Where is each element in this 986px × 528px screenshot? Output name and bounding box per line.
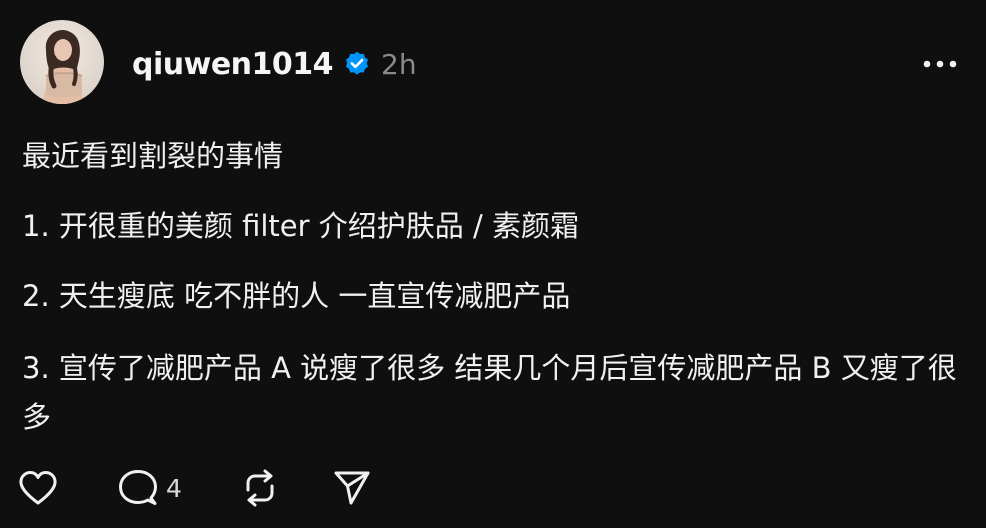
- send-icon: [334, 471, 370, 505]
- verified-badge-icon: [343, 50, 371, 78]
- like-button[interactable]: [18, 470, 62, 506]
- post-paragraph: 2. 天生瘦底 吃不胖的人 一直宣传减肥产品: [22, 279, 571, 313]
- post-paragraph: 最近看到割裂的事情: [22, 139, 284, 173]
- comment-button[interactable]: 4: [118, 469, 182, 507]
- avatar-image: [20, 20, 104, 104]
- post-paragraph: 3. 宣传了减肥产品 A 说瘦了很多 结果几个月后宣传减肥产品 B 又瘦了很多: [22, 351, 957, 434]
- heart-icon: [19, 471, 57, 505]
- post-header: qiuwen1014 2h: [132, 40, 417, 88]
- avatar[interactable]: [20, 20, 104, 104]
- comment-icon: [119, 470, 157, 505]
- comment-count: 4: [166, 473, 182, 503]
- post-actions: 4: [18, 466, 372, 510]
- username[interactable]: qiuwen1014: [132, 47, 334, 82]
- thread-post: qiuwen1014 2h 最近看到割裂的事情 1. 开很重的美颜 filter…: [0, 0, 986, 528]
- more-horizontal-icon: [923, 60, 957, 68]
- more-options-button[interactable]: [916, 50, 964, 78]
- repost-button[interactable]: [240, 468, 280, 508]
- post-paragraph: 1. 开很重的美颜 filter 介绍护肤品 / 素颜霜: [22, 209, 579, 243]
- share-button[interactable]: [332, 469, 372, 507]
- repost-icon: [246, 469, 274, 507]
- post-timestamp: 2h: [381, 47, 417, 81]
